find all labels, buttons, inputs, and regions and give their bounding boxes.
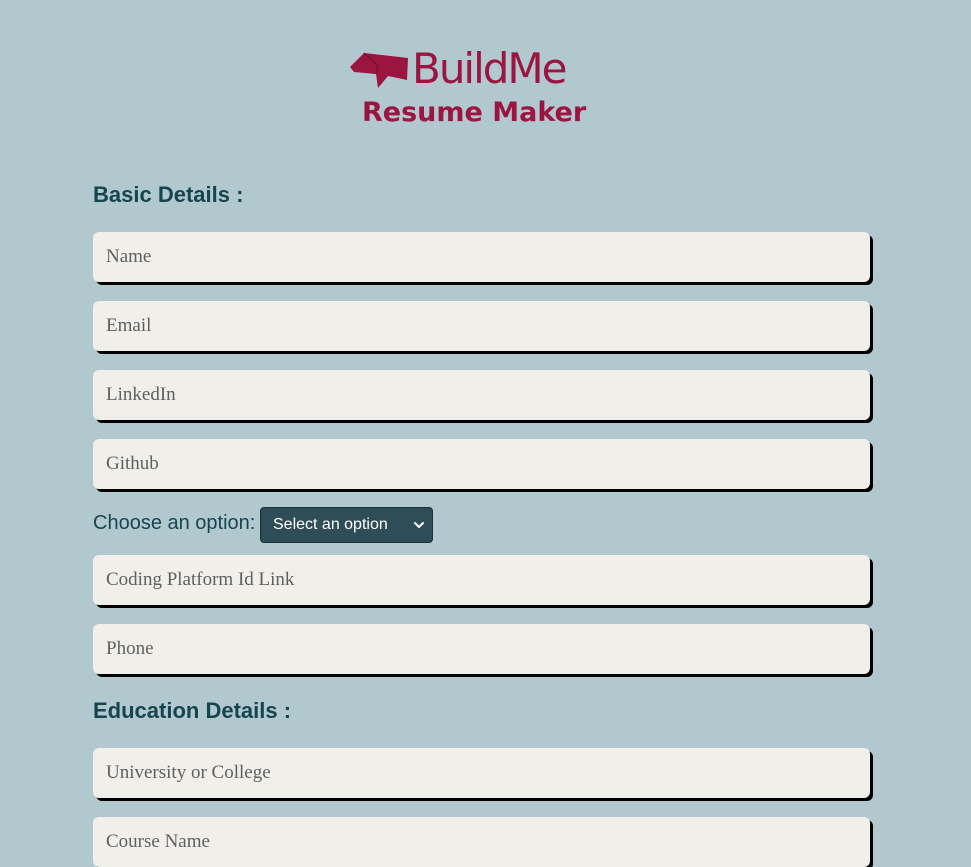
linkedin-field[interactable] [93, 370, 870, 420]
basic-details-heading: Basic Details : [93, 182, 244, 207]
github-field[interactable] [93, 439, 870, 489]
header: BuildMe Resume Maker [0, 0, 971, 150]
coding-platform-link-field[interactable] [93, 555, 870, 605]
education-details-heading: Education Details : [93, 698, 292, 723]
chevron-down-icon [414, 522, 424, 528]
course-name-field[interactable] [93, 817, 870, 867]
coding-platform-select[interactable]: Select an option [260, 507, 433, 543]
phone-field[interactable] [93, 624, 870, 674]
app-subtitle: Resume Maker [362, 97, 587, 128]
university-field[interactable] [93, 748, 870, 798]
choose-option-label: Choose an option: [93, 512, 256, 534]
select-value: Select an option [273, 516, 388, 533]
buildme-logo-icon [350, 52, 408, 88]
email-field[interactable] [93, 301, 870, 351]
name-field[interactable] [93, 232, 870, 282]
brand-name: BuildMe [412, 44, 568, 93]
